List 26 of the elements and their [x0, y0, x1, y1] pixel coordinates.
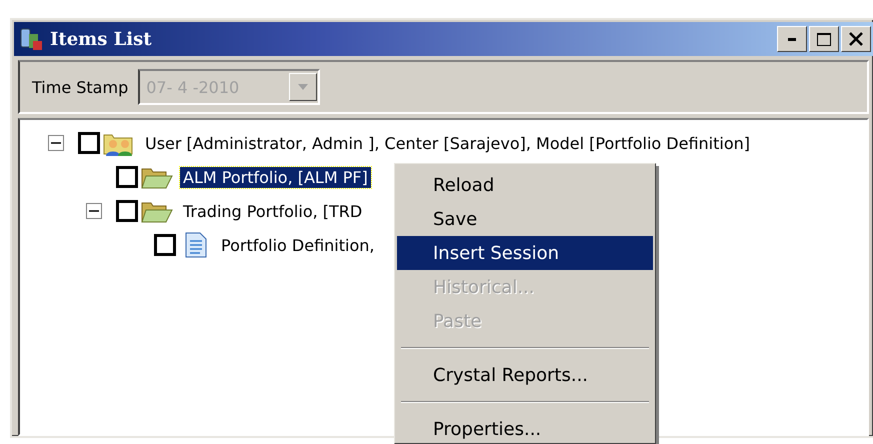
dropdown-button[interactable] [289, 73, 318, 101]
menu-item[interactable]: Insert Session [397, 236, 653, 270]
checkbox[interactable] [116, 200, 138, 222]
minimize-icon [788, 38, 796, 40]
tree-item[interactable]: User [Administrator, Admin ], Center [Sarajevo], Model [Portfolio Definition] [142, 132, 754, 154]
menu-item[interactable]: Reload [397, 168, 653, 202]
checkbox[interactable] [78, 132, 100, 154]
checkbox[interactable] [116, 166, 138, 188]
minimize-button[interactable] [777, 26, 807, 52]
time-stamp-label: Time Stamp [32, 78, 128, 96]
collapse-toggle-icon[interactable] [86, 203, 102, 219]
tree-item[interactable]: ALM Portfolio, [ALM PF] [180, 166, 371, 188]
close-icon [849, 32, 863, 46]
maximize-icon [817, 32, 831, 46]
close-button[interactable] [841, 26, 871, 52]
menu-item[interactable]: Crystal Reports... [397, 358, 653, 392]
window-title: Items List [50, 28, 153, 50]
maximize-button[interactable] [809, 26, 839, 52]
tree-item[interactable]: Trading Portfolio, [TRD [180, 200, 366, 222]
menu-item[interactable]: Save [397, 202, 653, 236]
tree-item[interactable]: Portfolio Definition, [218, 234, 378, 256]
collapse-toggle-icon[interactable] [48, 135, 64, 151]
dropdown-arrow-icon [297, 83, 310, 91]
menu-item[interactable]: Properties... [397, 412, 653, 443]
app-icon [18, 26, 44, 52]
checkbox[interactable] [154, 234, 176, 256]
